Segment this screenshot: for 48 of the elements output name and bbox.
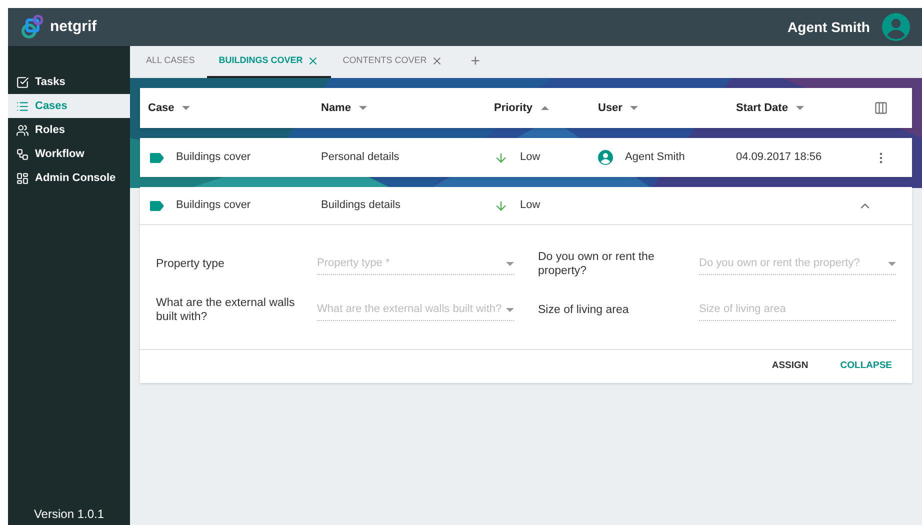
list-icon [16,100,29,112]
sidebar-item[interactable]: Admin Console [8,166,130,190]
column-header[interactable]: Start Date [736,100,866,116]
dropdown-icon [888,262,896,266]
priority-arrow-icon [494,198,508,212]
checkbox-icon [16,76,29,88]
table-cell-text: Agent Smith [625,150,685,166]
action-button[interactable]: ASSIGN [772,359,808,374]
add-tab-button[interactable]: + [454,46,496,78]
column-header[interactable]: Name [321,100,494,116]
sidebar-item[interactable]: Roles [8,118,130,142]
columns-icon[interactable] [874,101,888,115]
sidebar-item[interactable]: Workflow [8,142,130,166]
label-tag-icon [150,152,164,162]
user-name: Agent Smith [788,18,870,37]
table-cell-text: Buildings cover [176,198,251,214]
avatar-icon [882,13,910,41]
tab[interactable]: ALL CASES [134,46,207,78]
dropdown-icon [506,262,514,266]
sidebar-item[interactable]: Tasks [8,70,130,94]
workflow-icon [16,148,29,160]
table-cell-text: 04.09.2017 18:56 [736,150,823,166]
version-text: Version 1.0.1 [32,506,106,523]
label-tag-icon [150,200,164,210]
priority-arrow-icon [494,150,508,164]
field-label: What are the external walls built with? [156,296,296,324]
action-button[interactable]: COLLAPSE [840,359,892,374]
close-icon[interactable] [306,55,319,67]
field-label: Property type [156,257,226,271]
table-cell-text: Buildings cover [176,150,251,166]
field-label: Size of living area [538,303,630,317]
case-row[interactable]: Buildings cover Personal details Low Agent Smith 04.09.2017 18:56 [140,138,912,177]
table-cell-text: Personal details [321,150,400,166]
column-header[interactable]: Case [148,100,321,116]
people-icon [16,124,29,136]
table-cell-text: Low [520,198,540,214]
console-icon [16,172,29,184]
logo-text: netgrif [50,16,97,37]
table-cell-text: Buildings details [321,198,402,214]
tab[interactable]: CONTENTS COVER [330,46,455,78]
table-cell-text: Low [520,150,540,166]
logo-icon [20,14,46,40]
dropdown-icon [506,308,514,312]
user-icon [598,150,613,165]
column-header[interactable]: User [598,100,736,116]
field-label: Do you own or rent the property? [538,250,656,278]
close-icon[interactable] [430,55,443,67]
column-header[interactable]: Priority [494,100,598,116]
